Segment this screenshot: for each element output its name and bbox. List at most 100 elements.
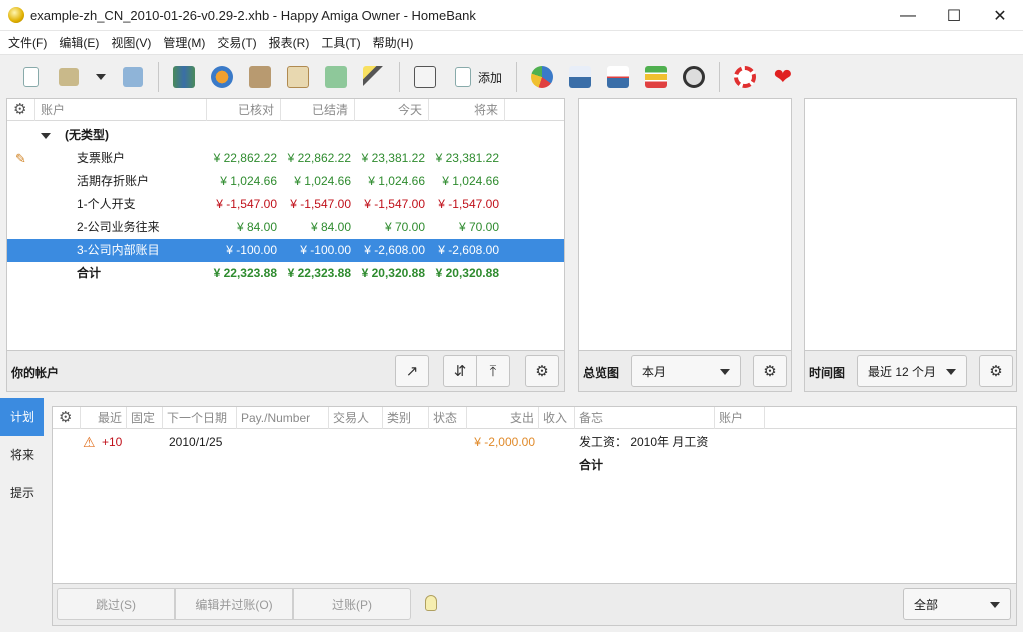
show-register-button[interactable] — [406, 60, 444, 94]
timechart-options-button[interactable]: ⚙ — [979, 355, 1013, 387]
col-account[interactable]: 账户 — [715, 407, 765, 429]
open-recent-dropdown[interactable] — [88, 60, 114, 94]
lightbulb-icon — [425, 595, 437, 611]
collapse-all-button[interactable]: ⤒ — [476, 355, 510, 387]
schedule-filter-select[interactable]: 全部 — [903, 588, 1011, 620]
statistics-report-button[interactable] — [523, 60, 561, 94]
col-expense[interactable]: 支出 — [467, 407, 539, 429]
maximize-button[interactable]: ☐ — [931, 0, 977, 31]
account-group-row[interactable]: (无类型) — [7, 124, 564, 147]
account-today: ¥ 70.00 — [384, 220, 425, 234]
total-future: ¥ 20,320.88 — [435, 266, 499, 280]
col-late[interactable]: 最近 — [81, 407, 127, 429]
menu-edit[interactable]: 编辑(E) — [53, 34, 105, 51]
donate-button[interactable]: ❤ — [764, 60, 802, 94]
col-status[interactable]: 状态 — [429, 407, 467, 429]
col-future[interactable]: 将来 — [429, 99, 505, 121]
vehicle-cost-report-button[interactable] — [675, 60, 713, 94]
balance-report-button[interactable] — [599, 60, 637, 94]
assistant-button[interactable] — [355, 60, 393, 94]
scheduled-expense: ¥ -2,000.00 — [474, 435, 535, 449]
scheduled-total-row: 合计 — [53, 454, 1016, 477]
manage-accounts-button[interactable] — [165, 60, 203, 94]
overview-period-select[interactable]: 本月 — [631, 355, 741, 387]
account-cleared: ¥ 84.00 — [310, 220, 351, 234]
col-next-date[interactable]: 下一个日期 — [163, 407, 237, 429]
manage-payees-button[interactable] — [203, 60, 241, 94]
account-row[interactable]: ✎ 支票账户 ¥ 22,862.22 ¥ 22,862.22 ¥ 23,381.… — [7, 147, 564, 170]
account-today: ¥ -1,547.00 — [364, 197, 425, 211]
manage-budget-button[interactable] — [317, 60, 355, 94]
help-button[interactable] — [726, 60, 764, 94]
scheduled-settings-gear-icon[interactable]: ⚙ — [53, 407, 81, 429]
menu-help[interactable]: 帮助(H) — [367, 34, 420, 51]
account-total-row[interactable]: 合计 ¥ 22,323.88 ¥ 22,323.88 ¥ 20,320.88 ¥… — [7, 262, 564, 285]
minimize-button[interactable]: — — [885, 0, 931, 31]
menu-manage[interactable]: 管理(M) — [157, 34, 211, 51]
steering-wheel-icon — [683, 66, 706, 88]
edit-and-post-button[interactable]: 编辑并过账(O) — [175, 588, 293, 620]
account-row-selected[interactable]: 3-公司内部账目 ¥ -100.00 ¥ -100.00 ¥ -2,608.00… — [7, 239, 564, 262]
account-future: ¥ -1,547.00 — [438, 197, 499, 211]
new-file-button[interactable] — [12, 60, 50, 94]
menu-reports[interactable]: 报表(R) — [263, 34, 316, 51]
manage-scheduled-button[interactable] — [279, 60, 317, 94]
account-group-label: (无类型) — [65, 128, 109, 142]
budget-bars-icon — [645, 66, 668, 88]
account-name: 3-公司内部账目 — [77, 243, 160, 257]
menu-tools[interactable]: 工具(T) — [315, 34, 366, 51]
menu-view[interactable]: 视图(V) — [105, 34, 157, 51]
account-row[interactable]: 活期存折账户 ¥ 1,024.66 ¥ 1,024.66 ¥ 1,024.66 … — [7, 170, 564, 193]
account-today: ¥ -2,608.00 — [364, 243, 425, 257]
trend-time-report-button[interactable] — [561, 60, 599, 94]
menu-file[interactable]: 文件(F) — [2, 34, 53, 51]
col-today[interactable]: 今天 — [355, 99, 429, 121]
overview-options-button[interactable]: ⚙ — [753, 355, 787, 387]
post-button[interactable]: 过账(P) — [293, 588, 411, 620]
manage-categories-button[interactable] — [241, 60, 279, 94]
save-button[interactable] — [114, 60, 152, 94]
tab-scheduled[interactable]: 计划 — [0, 398, 44, 436]
account-row[interactable]: 1-个人开支 ¥ -1,547.00 ¥ -1,547.00 ¥ -1,547.… — [7, 193, 564, 216]
open-file-button[interactable] — [50, 60, 88, 94]
title-bar: example-zh_CN_2010-01-26-v0.29-2.xhb - H… — [0, 0, 1023, 31]
account-future: ¥ 1,024.66 — [442, 174, 499, 188]
add-transaction-button[interactable] — [444, 60, 482, 94]
scheduled-late: +10 — [102, 435, 123, 449]
col-category[interactable]: 类别 — [383, 407, 429, 429]
expander-triangle-icon[interactable] — [41, 133, 51, 139]
account-name: 活期存折账户 — [77, 174, 150, 188]
tab-future[interactable]: 将来 — [0, 436, 44, 474]
total-cleared: ¥ 22,323.88 — [287, 266, 351, 280]
expand-all-button[interactable]: ⇵ — [443, 355, 477, 387]
skip-button[interactable]: 跳过(S) — [57, 588, 175, 620]
timechart-period-select[interactable]: 最近 12 个月 — [857, 355, 967, 387]
col-pay-number[interactable]: Pay./Number — [237, 407, 329, 429]
window-title: example-zh_CN_2010-01-26-v0.29-2.xhb - H… — [30, 7, 476, 23]
account-row[interactable]: 2-公司业务往来 ¥ 84.00 ¥ 84.00 ¥ 70.00 ¥ 70.00 — [7, 216, 564, 239]
tab-tips[interactable]: 提示 — [0, 474, 44, 512]
warning-icon: ⚠ — [83, 434, 96, 450]
accounts-options-button[interactable]: ⚙ — [525, 355, 559, 387]
col-account[interactable]: 账户 — [35, 99, 207, 121]
accounts-settings-gear-icon[interactable]: ⚙ — [7, 99, 35, 121]
account-cleared: ¥ 22,862.22 — [287, 151, 351, 165]
scheduled-row[interactable]: ⚠ +10 2010/1/25 ¥ -2,000.00 发工资： 2010年 月… — [53, 431, 1016, 454]
total-today: ¥ 20,320.88 — [361, 266, 425, 280]
col-payee[interactable]: 交易人 — [329, 407, 383, 429]
accounts-header: ⚙ 账户 已核对 已结清 今天 将来 — [7, 99, 564, 121]
open-register-button[interactable]: ↗ — [395, 355, 429, 387]
account-today: ¥ 1,024.66 — [368, 174, 425, 188]
col-income[interactable]: 收入 — [539, 407, 575, 429]
menu-transaction[interactable]: 交易(T) — [211, 34, 262, 51]
budget-icon — [325, 66, 347, 88]
gear-icon: ⚙ — [535, 363, 549, 380]
close-button[interactable]: ✕ — [977, 0, 1023, 31]
col-memo[interactable]: 备忘 — [575, 407, 715, 429]
col-cleared[interactable]: 已结清 — [281, 99, 355, 121]
col-fixed[interactable]: 固定 — [127, 407, 163, 429]
col-reconciled[interactable]: 已核对 — [207, 99, 281, 121]
budget-report-button[interactable] — [637, 60, 675, 94]
area-chart-icon — [607, 66, 630, 88]
accounts-icon — [173, 66, 195, 88]
